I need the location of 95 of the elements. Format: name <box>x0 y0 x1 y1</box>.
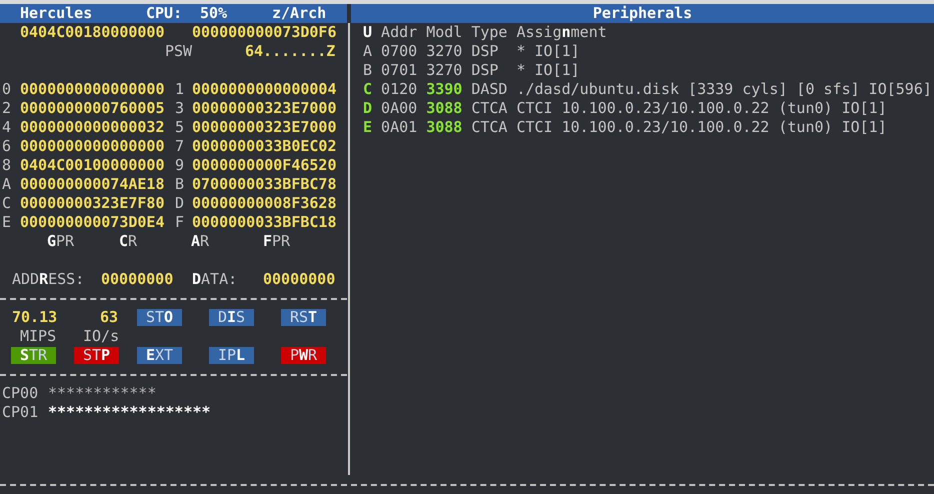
register-value: 00000000323E7F80 <box>20 194 166 213</box>
panel-button[interactable]: STR <box>11 347 56 364</box>
device-address: 0700 <box>381 42 418 61</box>
register-value: 0000000033B0EC02 <box>192 137 336 156</box>
device-address: 0A01 <box>381 118 418 137</box>
register-label: 3 <box>175 99 186 118</box>
register-label: D <box>175 194 186 213</box>
panel-button[interactable]: RST <box>281 309 326 326</box>
device-letter: C <box>363 80 374 99</box>
register-label: B <box>175 175 186 194</box>
device-letter: E <box>363 118 374 137</box>
register-label: 1 <box>175 80 186 99</box>
register-label: 0 <box>2 80 12 99</box>
register-label: A <box>2 175 12 194</box>
psw-label: PSW <box>165 42 194 61</box>
device-model: 3088 <box>426 99 464 118</box>
cpu-id: CP00 <box>2 384 40 403</box>
register-label: 2 <box>2 99 12 118</box>
architecture-label: z/Arch <box>272 4 326 23</box>
register-value: 0000000000000004 <box>192 80 336 99</box>
mips-label: MIPS <box>20 327 58 346</box>
register-label: 4 <box>2 118 12 137</box>
psw-word: 0404C00180000000 <box>20 23 166 42</box>
register-label: 6 <box>2 137 12 156</box>
register-value: 0000000033BFBC18 <box>192 213 336 232</box>
device-type: CTCA <box>471 118 508 137</box>
device-type: DSP <box>471 61 500 80</box>
data-value: 00000000 <box>263 270 336 289</box>
panel-button[interactable]: PWR <box>281 347 326 364</box>
panel-button[interactable]: EXT <box>137 347 182 364</box>
device-address: 0A00 <box>381 99 418 118</box>
register-tab[interactable]: AR <box>191 232 263 251</box>
cpu-value: 50% <box>200 4 228 23</box>
device-assignment: * IO[1] <box>516 42 580 61</box>
cpu-activity-meter: ************ <box>48 384 156 403</box>
device-model: 3088 <box>426 118 464 137</box>
panel-button[interactable]: STO <box>137 309 182 326</box>
device-letter: B <box>363 61 374 80</box>
address-value: 00000000 <box>101 270 174 289</box>
device-assignment: ./dasd/ubuntu.disk [3339 cyls] [0 sfs] IO[596] <box>516 80 932 99</box>
register-value: 000000000073D0E4 <box>20 213 166 232</box>
register-value: 0000000000760005 <box>20 99 166 118</box>
cpu-id: CP01 <box>2 403 40 422</box>
register-value: 00000000323E7000 <box>192 118 336 137</box>
panel-button[interactable]: STP <box>74 347 119 364</box>
device-model: 3390 <box>426 80 464 99</box>
device-type: DASD <box>471 80 508 99</box>
device-address: 0120 <box>381 80 418 99</box>
address-label: ADDRESS: <box>12 270 86 289</box>
register-label: 7 <box>175 137 186 156</box>
app-title: Hercules <box>20 4 94 23</box>
column-header: Type <box>471 23 508 42</box>
io-rate-value: 63 <box>98 308 118 327</box>
device-assignment: CTCI 10.100.0.23/10.100.0.22 (tun0) IO[1] <box>516 99 887 118</box>
register-label: E <box>2 213 12 232</box>
register-value: 00000000008F3628 <box>192 194 336 213</box>
device-address: 0701 <box>381 61 418 80</box>
cpu-activity-meter: ****************** <box>48 403 211 422</box>
register-value: 0700000033BFBC78 <box>192 175 336 194</box>
register-label: 5 <box>175 118 186 137</box>
register-tab[interactable]: CR <box>119 232 191 251</box>
column-header: Addr <box>381 23 418 42</box>
device-type: CTCA <box>471 99 508 118</box>
register-value: 00000000323E7000 <box>192 99 336 118</box>
column-header: Modl <box>426 23 464 42</box>
register-value: 0000000000000000 <box>20 80 166 99</box>
device-type: DSP <box>471 42 500 61</box>
device-model: 3270 <box>426 42 464 61</box>
psw-flags: 64.......Z <box>245 42 336 61</box>
register-value: 0000000000000032 <box>20 118 166 137</box>
register-label: F <box>175 213 186 232</box>
register-value: 0404C00100000000 <box>20 156 166 175</box>
register-label: 9 <box>175 156 186 175</box>
panel-button[interactable]: IPL <box>209 347 254 364</box>
device-assignment: CTCI 10.100.0.23/10.100.0.22 (tun0) IO[1] <box>516 118 887 137</box>
register-label: C <box>2 194 12 213</box>
device-letter: D <box>363 99 374 118</box>
panel-button[interactable]: DIS <box>209 309 254 326</box>
cpu-label: CPU: <box>146 4 184 23</box>
register-value: 0000000000F46520 <box>192 156 336 175</box>
device-assignment: * IO[1] <box>516 61 580 80</box>
device-model: 3270 <box>426 61 464 80</box>
mips-value: 70.13 <box>12 308 58 327</box>
register-value: 0000000000000000 <box>20 137 166 156</box>
register-tab[interactable]: GPR <box>47 232 119 251</box>
register-label: 8 <box>2 156 12 175</box>
column-header: Assignment <box>516 23 607 42</box>
register-value: 000000000074AE18 <box>20 175 166 194</box>
data-label: DATA: <box>192 270 238 289</box>
column-header: U <box>363 23 374 42</box>
peripherals-title: Peripherals <box>351 4 934 23</box>
psw-word: 000000000073D0F6 <box>192 23 336 42</box>
register-tab[interactable]: FPR <box>263 232 335 251</box>
io-rate-label: IO/s <box>83 327 120 346</box>
device-letter: A <box>363 42 374 61</box>
